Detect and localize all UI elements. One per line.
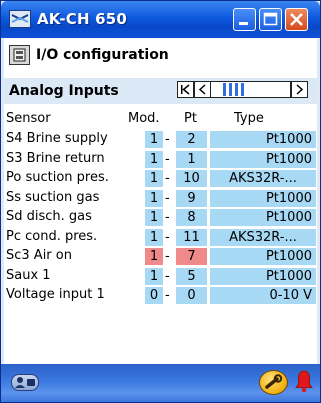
maximize-button[interactable] (259, 8, 282, 31)
type-cell[interactable]: 0-10 V (210, 287, 316, 304)
type-cell[interactable]: Pt1000 (210, 131, 316, 148)
separator: - (165, 151, 170, 167)
type-cell[interactable]: Pt1000 (210, 209, 316, 226)
type-cell[interactable]: Pt1000 (210, 189, 316, 207)
separator: - (165, 229, 170, 245)
mod-cell[interactable]: 1 (145, 131, 163, 148)
pt-cell[interactable]: 0 (176, 287, 207, 304)
sensor-name: Sd disch. gas (6, 209, 92, 224)
service-wrench-icon[interactable] (259, 370, 288, 395)
sensor-name: Voltage input 1 (6, 287, 105, 302)
table-row: S4 Brine supply 1 - 2 Pt1000 (4, 130, 317, 150)
chevron-left-icon (198, 84, 206, 95)
io-config-icon (9, 45, 30, 65)
mod-cell[interactable]: 0 (145, 287, 163, 304)
table-row: Pc cond. pres. 1 - 11 AKS32R-... (4, 228, 317, 248)
pt-cell[interactable]: 1 (176, 150, 207, 168)
table-row: Saux 1 1 - 5 Pt1000 (4, 267, 317, 287)
mod-cell[interactable]: 1 (145, 150, 163, 168)
minimize-icon (239, 22, 248, 25)
separator: - (165, 132, 170, 147)
type-cell[interactable]: AKS32R-... (210, 228, 316, 246)
sensor-name: Saux 1 (6, 267, 51, 283)
minimize-button[interactable] (233, 8, 256, 31)
next-page-button[interactable] (291, 81, 308, 98)
window-title: AK-CH 650 (37, 10, 128, 28)
header-sensor: Sensor (6, 111, 51, 126)
separator: - (165, 249, 170, 264)
close-button[interactable] (285, 8, 308, 31)
title-bar: AK-CH 650 (1, 1, 320, 38)
table-row: S3 Brine return 1 - 1 Pt1000 (4, 150, 317, 170)
pt-cell[interactable]: 5 (176, 267, 207, 285)
mod-cell[interactable]: 1 (145, 248, 163, 265)
main-content: I/O configuration Analog Inputs Sensor M… (4, 38, 317, 364)
table-row: Voltage input 1 0 - 0 0-10 V (4, 286, 317, 306)
separator: - (165, 268, 170, 284)
pt-cell[interactable]: 7 (176, 248, 207, 265)
header-type: Type (234, 111, 264, 126)
pt-cell[interactable]: 9 (176, 189, 207, 207)
table-row: Ss suction gas 1 - 9 Pt1000 (4, 189, 317, 209)
close-icon (290, 13, 303, 26)
user-icon[interactable] (11, 374, 39, 391)
mod-cell[interactable]: 1 (145, 189, 163, 207)
previous-page-button[interactable] (194, 81, 211, 98)
type-cell[interactable]: Pt1000 (210, 267, 316, 285)
mod-cell[interactable]: 1 (145, 267, 163, 285)
page-title: I/O configuration (36, 47, 169, 63)
separator: - (165, 190, 170, 206)
app-window: AK-CH 650 I/O configuration Analog Input… (0, 0, 321, 403)
scrollbar-thumb[interactable] (223, 83, 247, 96)
table-header: Sensor Mod. Pt Type (4, 111, 317, 129)
first-page-icon (181, 84, 190, 95)
pt-cell[interactable]: 10 (176, 170, 207, 187)
separator: - (165, 288, 170, 303)
bottom-toolbar (1, 364, 320, 402)
pt-cell[interactable]: 11 (176, 228, 207, 246)
page-scrollbar[interactable] (211, 81, 291, 98)
maximize-icon (263, 12, 278, 26)
table-row: Po suction pres. 1 - 10 AKS32R-... (4, 169, 317, 189)
mod-cell[interactable]: 1 (145, 209, 163, 226)
sensor-table: S4 Brine supply 1 - 2 Pt1000 S3 Brine re… (4, 130, 317, 306)
pt-cell[interactable]: 8 (176, 209, 207, 226)
table-row: Sd disch. gas 1 - 8 Pt1000 (4, 208, 317, 228)
mod-cell[interactable]: 1 (145, 228, 163, 246)
table-row-alarm: Sc3 Air on 1 - 7 Pt1000 (4, 247, 317, 267)
sensor-name: Pc cond. pres. (6, 228, 98, 244)
alarm-bell-icon[interactable] (294, 369, 314, 393)
pt-cell[interactable]: 2 (176, 131, 207, 148)
type-cell[interactable]: Pt1000 (210, 150, 316, 168)
separator: - (165, 210, 170, 225)
separator: - (165, 171, 170, 186)
type-cell[interactable]: AKS32R-... (210, 170, 316, 187)
sensor-name: Po suction pres. (6, 170, 109, 185)
sensor-name: S3 Brine return (6, 150, 105, 166)
header-mod: Mod. (128, 111, 160, 126)
mod-cell[interactable]: 1 (145, 170, 163, 187)
sensor-name: S4 Brine supply (6, 131, 108, 146)
section-header: Analog Inputs (4, 78, 317, 104)
type-cell[interactable]: Pt1000 (210, 248, 316, 265)
sensor-name: Ss suction gas (6, 189, 100, 205)
sensor-name: Sc3 Air on (6, 248, 72, 263)
app-icon (9, 10, 31, 28)
header-pt: Pt (184, 111, 197, 126)
section-title: Analog Inputs (9, 83, 119, 99)
first-page-button[interactable] (177, 81, 194, 98)
chevron-right-icon (296, 84, 304, 95)
